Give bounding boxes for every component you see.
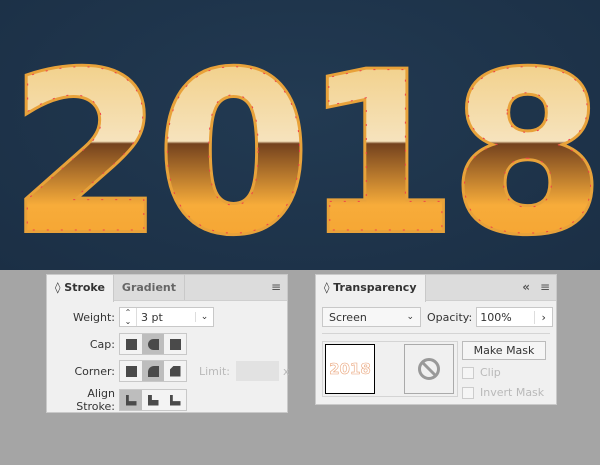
object-thumbnail[interactable]: 2018	[325, 344, 375, 394]
align-center-button[interactable]	[120, 390, 142, 410]
align-inside-button[interactable]	[142, 390, 164, 410]
tab-stroke[interactable]: ◊ Stroke	[47, 275, 114, 302]
tab-label: Stroke	[64, 281, 105, 294]
panel-menu-icon[interactable]: ≡	[540, 281, 550, 293]
artboard-canvas: 2018 2018	[0, 0, 600, 285]
opacity-field[interactable]: 100% ›	[476, 307, 554, 327]
blend-mode-value: Screen	[329, 310, 367, 324]
butt-cap-button[interactable]	[120, 334, 142, 354]
cap-label: Cap:	[89, 337, 115, 351]
limit-label: Limit:	[199, 364, 230, 378]
invert-mask-checkbox[interactable]: Invert Mask	[462, 386, 544, 399]
bevel-join-button[interactable]	[164, 361, 186, 381]
stepper-icon[interactable]: ⌃ ⌄	[120, 308, 137, 326]
chevron-down-icon[interactable]: ⌄	[195, 312, 213, 322]
align-stroke-label: Align Stroke:	[76, 387, 115, 413]
mask-thumbnail[interactable]	[404, 344, 454, 394]
weight-label: Weight:	[72, 310, 115, 324]
corner-label: Corner:	[74, 364, 115, 378]
checkbox-icon	[462, 387, 474, 399]
limit-unit: x	[282, 364, 290, 378]
blend-mode-select[interactable]: Screen ⌄	[322, 307, 421, 327]
weight-value[interactable]: 3 pt	[137, 311, 195, 324]
invert-mask-label: Invert Mask	[480, 386, 545, 399]
chevron-right-icon[interactable]: ›	[534, 310, 552, 324]
tab-gradient[interactable]: Gradient	[114, 275, 185, 300]
opacity-label: Opacity:	[427, 310, 473, 324]
align-outside-button[interactable]	[164, 390, 186, 410]
tab-transparency[interactable]: ◊ Transparency	[316, 275, 426, 302]
checkbox-icon	[462, 367, 474, 379]
opacity-value[interactable]: 100%	[477, 311, 534, 324]
chevron-down-icon: ⌄	[406, 312, 414, 322]
clip-label: Clip	[480, 366, 501, 379]
year-path-anchors: 2018	[10, 26, 598, 270]
thumbnail-area: 2018	[322, 341, 458, 397]
make-mask-button[interactable]: Make Mask	[462, 341, 546, 360]
transparency-panel: ◊ Transparency « ≡ Screen ⌄ Opacity: 100%…	[315, 274, 557, 405]
collapse-icon[interactable]: «	[522, 281, 530, 293]
projecting-cap-button[interactable]	[164, 334, 186, 354]
divider	[322, 333, 550, 334]
weight-field[interactable]: ⌃ ⌄ 3 pt ⌄	[119, 307, 214, 327]
no-mask-icon	[418, 358, 440, 380]
miter-join-button[interactable]	[120, 361, 142, 381]
limit-field[interactable]	[235, 361, 279, 381]
round-cap-button[interactable]	[142, 334, 164, 354]
round-join-button[interactable]	[142, 361, 164, 381]
tab-label: Transparency	[333, 281, 417, 294]
stroke-panel: ◊ Stroke Gradient ≡ Weight: ⌃ ⌄ 3 pt ⌄ Ca…	[46, 274, 290, 413]
panel-menu-icon[interactable]: ≡	[271, 281, 281, 293]
clip-checkbox[interactable]: Clip	[462, 366, 501, 379]
artwork-2018: 2018 2018	[7, 23, 600, 285]
